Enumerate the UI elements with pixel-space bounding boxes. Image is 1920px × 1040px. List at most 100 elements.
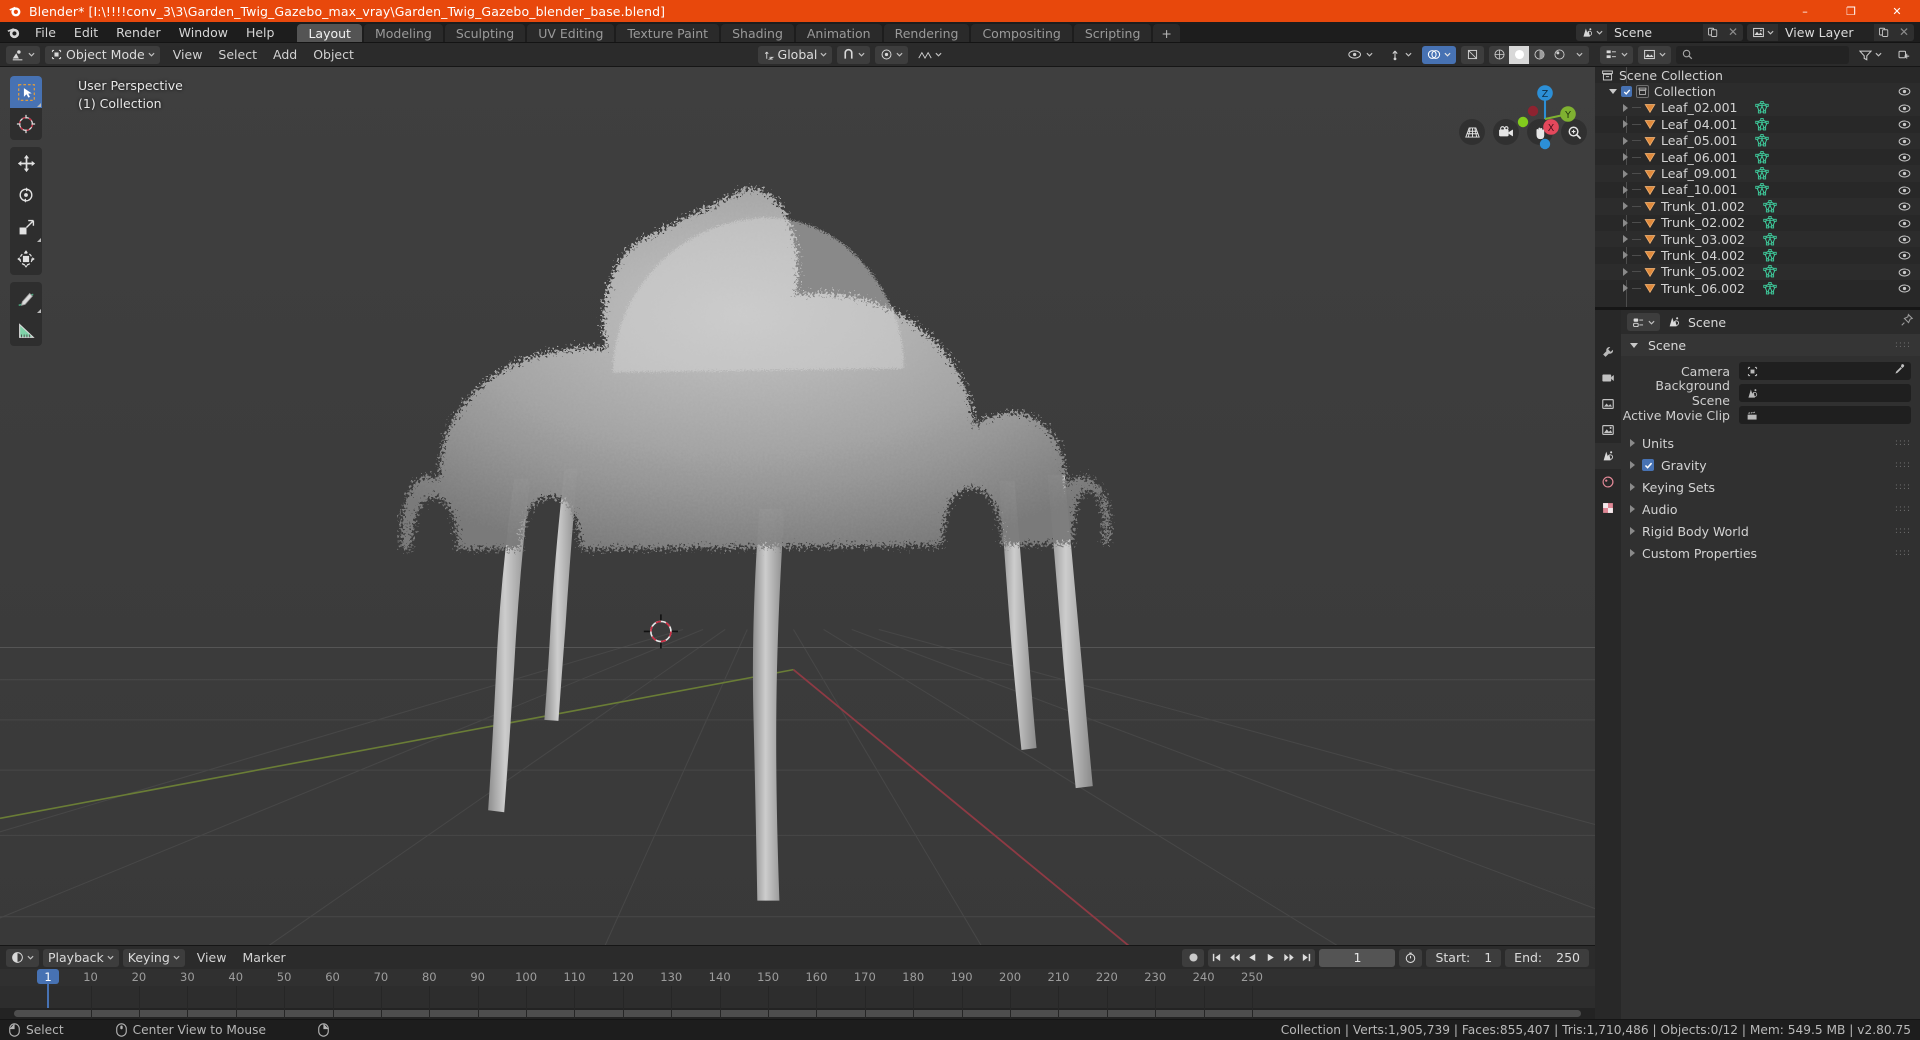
collection-expand-icon[interactable] [1609,89,1617,95]
tab-scripting[interactable]: Scripting [1073,24,1152,42]
frame-start-field[interactable]: Start: 1 [1426,948,1502,967]
mesh-data-icon[interactable] [1755,117,1770,131]
pin-icon[interactable] [1900,313,1914,331]
mesh-data-icon[interactable] [1763,249,1777,262]
timeline-track-area[interactable]: 10 20 30 40 50 60 70 80 90 100 110 120 130 140 150 160 1… [0,969,1595,1019]
mesh-data-icon[interactable] [1755,150,1770,164]
tab-sculpting[interactable]: Sculpting [444,24,526,42]
next-keyframe-button[interactable] [1280,949,1297,967]
section-expand-icon[interactable] [1630,549,1635,557]
outliner-tree[interactable]: Scene Collection Collection Leaf_02.001 L… [1595,67,1920,307]
mesh-data-icon[interactable] [1755,183,1770,196]
shading-solid[interactable] [1509,45,1529,64]
mesh-data-icon[interactable] [1755,167,1770,180]
move-tool[interactable] [10,147,42,179]
outliner-row-object[interactable]: Leaf_02.001 [1595,99,1920,117]
view-layer-icon[interactable] [1747,23,1778,41]
keying-dropdown[interactable]: Keying [122,948,185,967]
menu-render[interactable]: Render [107,22,170,43]
editor-type-button[interactable] [6,45,40,64]
shading-rendered[interactable] [1549,46,1569,64]
select-box-tool[interactable] [10,76,42,108]
outliner-row-object[interactable]: Trunk_03.002 [1595,230,1920,248]
background-scene-field[interactable] [1739,384,1911,402]
tab-compositing[interactable]: Compositing [971,24,1072,42]
play-reverse-button[interactable] [1244,949,1261,967]
object-expand-icon[interactable] [1623,169,1628,178]
viewport-menu-add[interactable]: Add [265,46,305,64]
shading-dropdown[interactable] [1569,46,1589,64]
properties-section-header[interactable]: Gravity:::: [1621,454,1920,476]
section-expand-icon[interactable] [1630,505,1635,513]
auto-keying-button[interactable] [1182,948,1205,967]
scene-icon[interactable] [1576,23,1607,41]
cursor-tool[interactable] [10,108,42,140]
outliner-row-object[interactable]: Trunk_05.002 [1595,263,1920,281]
tab-modeling[interactable]: Modeling [363,24,443,42]
collection-checkbox[interactable] [1621,86,1632,98]
visibility-dropdown[interactable] [1343,46,1378,64]
object-expand-icon[interactable] [1623,202,1628,211]
object-mode-dropdown[interactable]: Object Mode [45,45,160,64]
use-preview-range-button[interactable] [1399,948,1423,967]
tab-layout[interactable]: Layout [297,24,362,42]
xray-toggle[interactable] [1461,45,1484,64]
viewport-menu-view[interactable]: View [165,46,211,64]
minimize-button[interactable]: – [1782,0,1828,22]
viewport-menu-object[interactable]: Object [305,46,362,64]
object-visibility-icon[interactable] [1898,151,1911,166]
view-layer-name[interactable]: View Layer [1778,23,1874,41]
viewport-menu-select[interactable]: Select [210,46,265,64]
outliner-row-object[interactable]: Trunk_06.002 [1595,280,1920,296]
outliner-row-object[interactable]: Leaf_09.001 [1595,165,1920,182]
object-visibility-icon[interactable] [1898,233,1911,248]
scene-panel-header[interactable]: Scene :::: [1621,334,1920,356]
mesh-data-icon[interactable] [1763,199,1777,213]
tab-texture-paint[interactable]: Texture Paint [616,24,720,42]
measure-tool[interactable] [10,314,42,346]
collection-visibility-icon[interactable] [1898,85,1911,100]
section-expand-icon[interactable] [1630,461,1635,469]
tab-shading[interactable]: Shading [721,24,794,42]
outliner-row-object[interactable]: Leaf_06.001 [1595,149,1920,165]
new-view-layer-button[interactable] [1874,23,1894,41]
tab-uv-editing[interactable]: UV Editing [527,24,615,42]
object-expand-icon[interactable] [1623,251,1628,260]
outliner-row-object[interactable]: Trunk_04.002 [1595,247,1920,263]
outliner-editor-type-button[interactable] [1600,45,1633,64]
tab-rendering[interactable]: Rendering [883,24,970,42]
object-expand-icon[interactable] [1623,185,1628,194]
mesh-data-icon[interactable] [1755,134,1770,147]
mesh-data-icon[interactable] [1763,281,1777,295]
properties-section-header[interactable]: Audio:::: [1621,498,1920,520]
object-expand-icon[interactable] [1623,136,1628,145]
jump-end-button[interactable] [1298,949,1315,967]
overlays-toggle[interactable] [1422,45,1456,64]
outliner-filter-button[interactable] [1854,46,1887,64]
outliner-row-object[interactable]: Leaf_04.001 [1595,116,1920,132]
object-visibility-icon[interactable] [1898,167,1911,182]
transform-orientation-dropdown[interactable]: Global [757,45,833,64]
object-expand-icon[interactable] [1623,153,1628,162]
output-tab[interactable] [1595,391,1621,417]
delete-scene-button[interactable]: ✕ [1723,23,1743,41]
timeline-playhead[interactable]: 1 [37,969,59,984]
menu-help[interactable]: Help [237,22,284,43]
maximize-button[interactable]: ❐ [1828,0,1874,22]
outliner-row-object[interactable]: Trunk_01.002 [1595,198,1920,215]
object-expand-icon[interactable] [1623,267,1628,276]
blender-menu-icon[interactable] [0,22,26,42]
add-workspace-button[interactable]: + [1153,24,1180,42]
scene-tab[interactable] [1595,443,1621,469]
mesh-data-icon[interactable] [1763,232,1777,246]
object-visibility-icon[interactable] [1898,217,1911,232]
playback-dropdown[interactable]: Playback [43,948,119,967]
view-layer-tab[interactable] [1595,417,1621,443]
timeline-menu-marker[interactable]: Marker [234,949,293,967]
tab-animation[interactable]: Animation [795,24,882,42]
frame-end-field[interactable]: End: 250 [1505,948,1589,967]
outliner-row-object[interactable]: Leaf_05.001 [1595,132,1920,149]
axis-gizmo[interactable]: Z Y X [1505,79,1585,159]
object-expand-icon[interactable] [1623,120,1628,129]
object-visibility-icon[interactable] [1898,102,1911,117]
